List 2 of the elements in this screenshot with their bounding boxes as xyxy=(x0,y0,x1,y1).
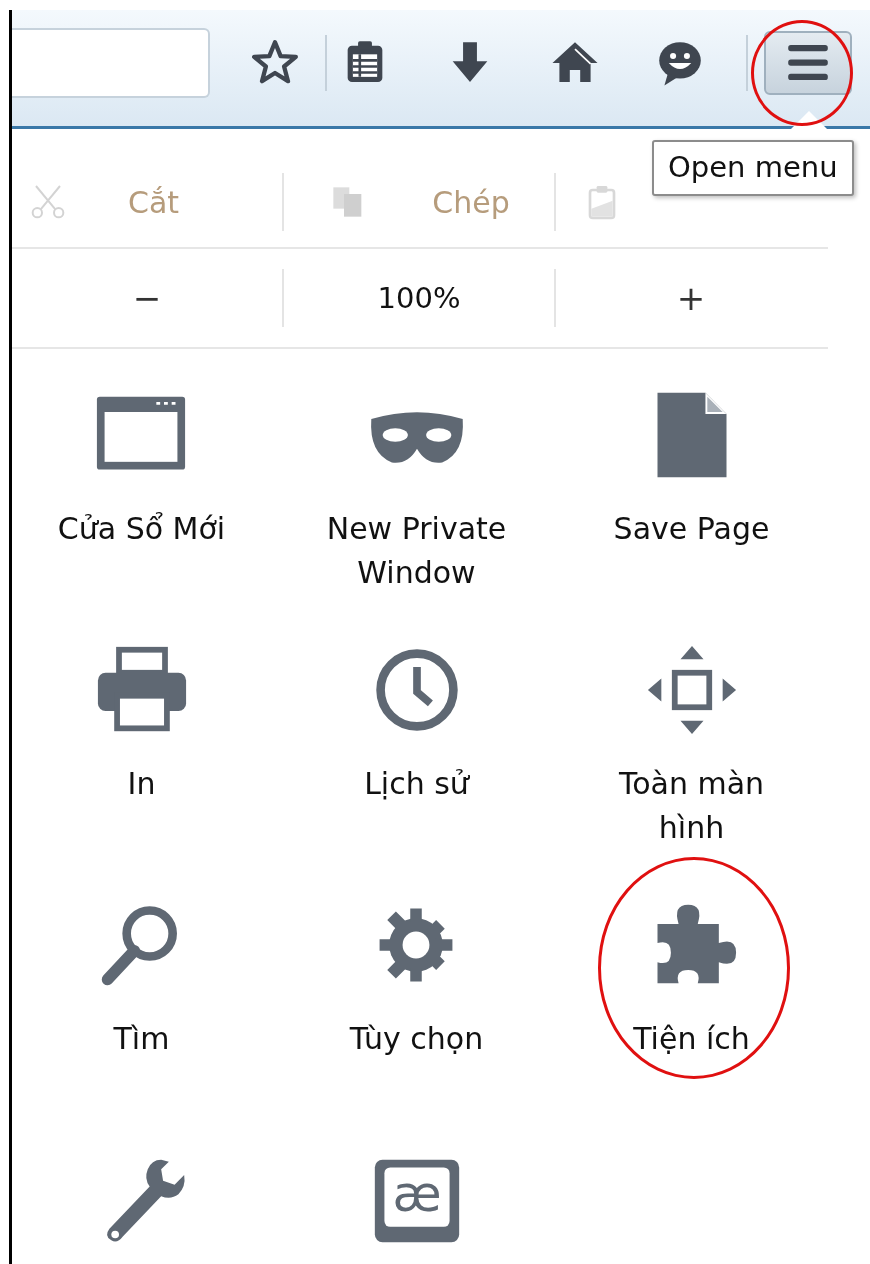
tooltip: Open menu xyxy=(652,140,854,196)
glyph-text: æ xyxy=(392,1166,442,1222)
